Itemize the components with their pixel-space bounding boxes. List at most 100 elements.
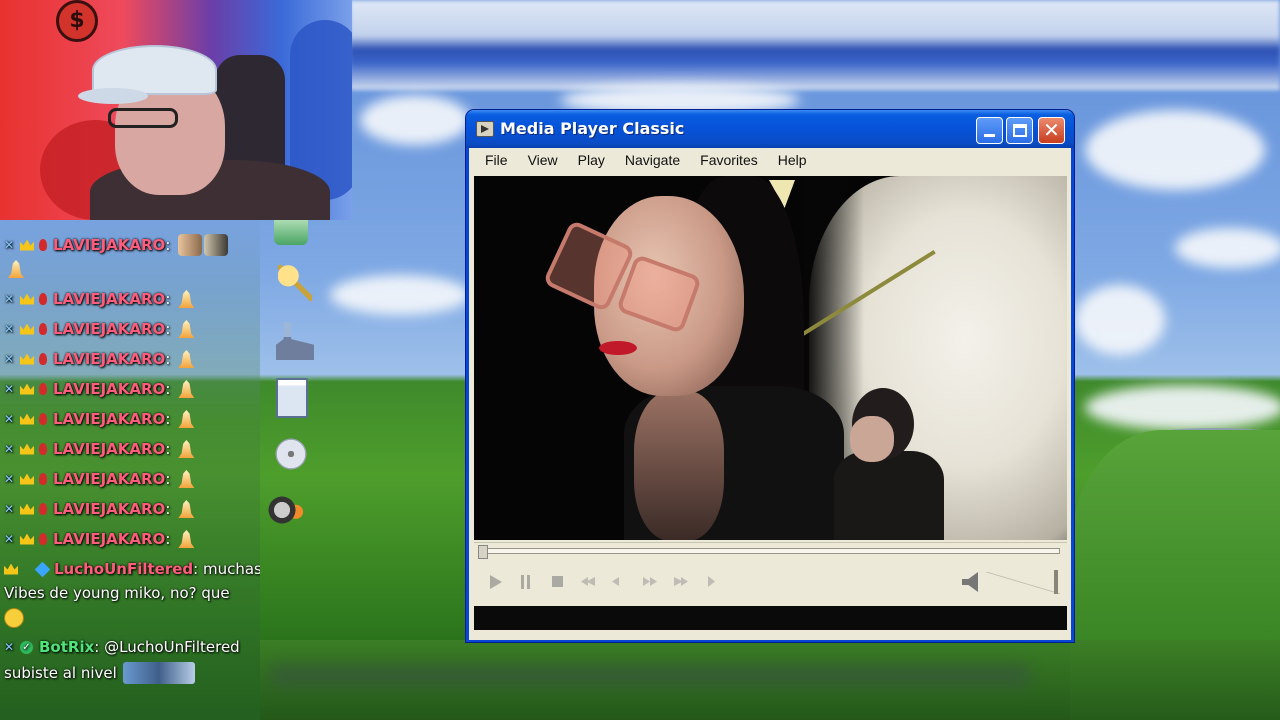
crown-badge-icon <box>20 353 34 365</box>
level-emote <box>122 662 195 684</box>
chat-username[interactable]: LAVIEJAKARO <box>53 236 165 254</box>
media-player-window[interactable]: Media Player Classic ✕ File View Play Na… <box>466 110 1074 642</box>
chat-message: ✕ ✓ BotRix: @LuchoUnFiltered <box>4 638 240 656</box>
seek-bar[interactable] <box>474 542 1067 560</box>
keys-icon[interactable] <box>278 265 312 301</box>
blurred-taskbar <box>270 665 1030 687</box>
minimize-icon <box>984 134 995 137</box>
fast-forward-button[interactable] <box>637 570 663 594</box>
verified-badge-icon: ✓ <box>20 640 33 654</box>
seek-thumb[interactable] <box>478 545 488 559</box>
chat-username[interactable]: LAVIEJAKARO <box>53 380 165 398</box>
chat-message: LuchoUnFiltered: muchas <box>4 560 260 578</box>
crown-badge-icon <box>20 383 34 395</box>
bell-emote <box>178 470 195 488</box>
bell-emote <box>178 410 195 428</box>
crown-badge-icon <box>20 533 34 545</box>
rose-badge-icon <box>39 443 47 455</box>
blurred-taskbar-top <box>350 0 1280 90</box>
rose-badge-icon <box>39 503 47 515</box>
volume-thumb[interactable] <box>1054 570 1058 594</box>
smile-emote <box>4 608 24 628</box>
bell-emote <box>8 260 24 278</box>
bell-emote <box>178 290 195 308</box>
sword-badge-icon: ✕ <box>4 441 15 456</box>
bell-emote <box>178 350 195 368</box>
chat-username[interactable]: LAVIEJAKARO <box>53 410 165 428</box>
chat-message: ✕ LAVIEJAKARO: <box>4 470 195 488</box>
chat-username[interactable]: BotRix <box>39 638 94 656</box>
chat-username[interactable]: LAVIEJAKARO <box>53 290 165 308</box>
chat-username[interactable]: LAVIEJAKARO <box>53 500 165 518</box>
title-bar[interactable]: Media Player Classic ✕ <box>466 110 1074 148</box>
app-icon[interactable] <box>476 121 494 137</box>
chat-message: ✕ LAVIEJAKARO: <box>4 530 195 548</box>
chat-overlay: ✕ LAVIEJAKARO: ✕ LAVIEJAKARO: ✕ LAVIEJAK… <box>0 220 260 720</box>
menu-favorites[interactable]: Favorites <box>692 152 766 168</box>
crown-badge-icon <box>4 563 18 575</box>
crown-badge-icon <box>20 473 34 485</box>
film-reel-icon[interactable] <box>268 492 308 528</box>
phone-icon[interactable] <box>276 322 314 360</box>
frame-step-button[interactable] <box>699 570 725 594</box>
chat-username[interactable]: LAVIEJAKARO <box>53 440 165 458</box>
chat-username[interactable]: LAVIEJAKARO <box>53 530 165 548</box>
bell-emote <box>178 440 195 458</box>
chat-message: ✕ LAVIEJAKARO: <box>4 350 195 368</box>
rose-badge-icon <box>39 383 47 395</box>
volume-slider[interactable] <box>986 572 1060 594</box>
rose-badge-icon <box>39 323 47 335</box>
chat-username[interactable]: LAVIEJAKARO <box>53 470 165 488</box>
sword-badge-icon: ✕ <box>4 237 15 252</box>
gem-badge-icon <box>34 561 51 577</box>
playback-controls <box>474 562 1067 602</box>
chat-text: subiste al nivel <box>4 664 117 682</box>
speaker-icon[interactable] <box>962 572 978 592</box>
sword-badge-icon: ✕ <box>4 471 15 486</box>
maximize-button[interactable] <box>1006 117 1033 144</box>
glasses <box>108 108 178 128</box>
seek-track[interactable] <box>480 548 1060 554</box>
crown-badge-icon <box>20 443 34 455</box>
cloud <box>1085 385 1280 430</box>
stop-button[interactable] <box>544 570 570 594</box>
chat-message-continued <box>4 608 24 628</box>
crown-badge-icon <box>20 413 34 425</box>
video-man-body <box>834 451 944 540</box>
menu-play[interactable]: Play <box>570 152 613 168</box>
cloud <box>330 275 470 315</box>
play-button[interactable] <box>482 570 508 594</box>
previous-button[interactable] <box>575 570 601 594</box>
chat-username[interactable]: LAVIEJAKARO <box>53 350 165 368</box>
rose-badge-icon <box>39 353 47 365</box>
minimize-button[interactable] <box>976 117 1003 144</box>
rose-badge-icon <box>39 533 47 545</box>
crown-badge-icon <box>20 323 34 335</box>
chat-message: ✕ LAVIEJAKARO: <box>4 290 195 308</box>
close-button[interactable]: ✕ <box>1038 117 1065 144</box>
sword-badge-icon: ✕ <box>4 321 15 336</box>
bell-emote <box>178 530 195 548</box>
notepad-icon[interactable] <box>276 378 308 418</box>
sword-badge-icon: ✕ <box>4 639 15 654</box>
menu-view[interactable]: View <box>520 152 566 168</box>
window-bottom-edge <box>469 632 1071 640</box>
menu-file[interactable]: File <box>477 152 516 168</box>
crown-badge-icon <box>20 293 34 305</box>
menu-navigate[interactable]: Navigate <box>617 152 688 168</box>
sword-badge-icon: ✕ <box>4 381 15 396</box>
chat-username[interactable]: LAVIEJAKARO <box>53 320 165 338</box>
video-man-face <box>850 416 894 462</box>
cloud <box>1085 110 1265 190</box>
rewind-button[interactable] <box>606 570 632 594</box>
chat-message: ✕ LAVIEJAKARO: <box>4 320 195 338</box>
chat-message-continued: Vibes de young miko, no? que <box>4 584 230 602</box>
pause-button[interactable] <box>513 570 539 594</box>
chat-message: ✕ LAVIEJAKARO: <box>4 234 229 256</box>
cd-drive-icon[interactable] <box>272 437 310 471</box>
chat-text: muchas <box>202 560 260 578</box>
chat-username[interactable]: LuchoUnFiltered <box>54 560 193 578</box>
video-area[interactable] <box>474 176 1067 540</box>
next-button[interactable] <box>668 570 694 594</box>
menu-help[interactable]: Help <box>770 152 815 168</box>
